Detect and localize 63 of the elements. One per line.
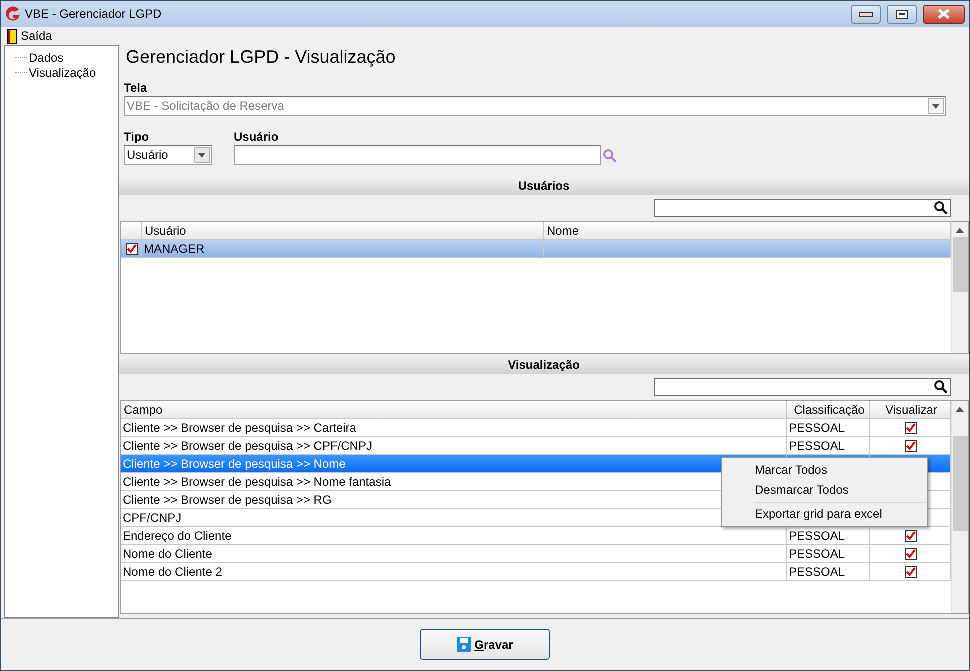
scrollbar[interactable] — [951, 222, 968, 353]
table-cell: Nome do Cliente 2 — [123, 564, 222, 578]
search-icon[interactable] — [934, 201, 948, 215]
table-row[interactable]: Cliente >> Browser de pesquisa >> CPF/CNPJ PESSOAL — [121, 437, 951, 455]
field-label: Tela — [124, 81, 148, 95]
table-cell: PESSOAL — [789, 438, 846, 452]
checkbox[interactable] — [905, 530, 917, 542]
menu-item[interactable]: Saída — [7, 28, 52, 44]
tree-item[interactable]: Dados — [28, 50, 65, 64]
type-dropdown[interactable]: Usuário — [124, 145, 212, 165]
table-cell: Endereço do Cliente — [123, 528, 232, 542]
table-row[interactable]: MANAGER — [121, 240, 951, 258]
table-cell: Cliente >> Browser de pesquisa >> Carteira — [123, 420, 356, 434]
table-cell: PESSOAL — [789, 528, 846, 542]
scrollbar[interactable] — [951, 401, 968, 613]
column-header[interactable]: Visualizar — [870, 401, 951, 418]
checkbox[interactable] — [126, 242, 138, 254]
table-cell: Cliente >> Browser de pesquisa >> Nome — [123, 456, 346, 470]
caret-icon — [198, 152, 206, 158]
checkbox[interactable] — [905, 440, 917, 452]
table-row[interactable]: Nome do Cliente 2 PESSOAL — [121, 563, 951, 581]
section-title: Usuários — [119, 177, 969, 195]
column-header[interactable]: Campo — [121, 401, 787, 418]
minimize-button[interactable] — [851, 4, 881, 24]
window-title: VBE - Gerenciador LGPD — [25, 7, 163, 21]
table-cell: MANAGER — [144, 242, 205, 256]
column-header[interactable]: Nome — [544, 222, 951, 239]
field-label: Usuário — [234, 130, 280, 144]
table-row[interactable]: Cliente >> Browser de pesquisa >> Carteira PESSOAL — [121, 419, 951, 437]
close-button[interactable] — [923, 4, 965, 24]
field-label: Tipo — [124, 130, 150, 144]
table-cell: CPF/CNPJ — [123, 510, 182, 524]
table-row[interactable]: Nome do Cliente PESSOAL — [121, 545, 951, 563]
user-field[interactable] — [234, 145, 601, 165]
app-logo-icon — [5, 6, 21, 22]
close-icon — [937, 9, 951, 19]
search-field[interactable] — [654, 378, 951, 396]
table-row[interactable]: Endereço do Cliente PESSOAL — [121, 527, 951, 545]
table-cell: Nome do Cliente — [123, 546, 212, 560]
table-cell: Cliente >> Browser de pesquisa >> CPF/CNPJ — [123, 438, 372, 452]
tree-item[interactable]: Visualização — [28, 66, 98, 80]
search-field[interactable] — [654, 199, 951, 217]
table-cell: PESSOAL — [789, 420, 846, 434]
save-button[interactable]: Gravar — [420, 629, 550, 660]
table-cell: Cliente >> Browser de pesquisa >> RG — [123, 492, 332, 506]
caret-icon — [932, 104, 940, 108]
column-header[interactable]: Classificação — [787, 401, 870, 418]
checkbox[interactable] — [905, 566, 917, 578]
section-title: Visualização — [119, 356, 969, 374]
scroll-up-icon[interactable] — [956, 228, 964, 233]
checkbox[interactable] — [905, 548, 917, 560]
table-cell: PESSOAL — [789, 546, 846, 560]
page-heading: Gerenciador LGPD - Visualização — [126, 47, 397, 69]
minimize-icon — [859, 12, 873, 16]
column-header[interactable]: Usuário — [142, 222, 544, 239]
door-icon — [7, 28, 17, 44]
scroll-up-icon[interactable] — [956, 407, 964, 412]
table-cell: Cliente >> Browser de pesquisa >> Nome fantasia — [123, 474, 392, 488]
maximize-button[interactable] — [887, 4, 917, 24]
table-cell: PESSOAL — [789, 564, 846, 578]
search-icon[interactable] — [934, 380, 948, 394]
maximize-icon — [896, 10, 908, 18]
checkbox[interactable] — [905, 422, 917, 434]
